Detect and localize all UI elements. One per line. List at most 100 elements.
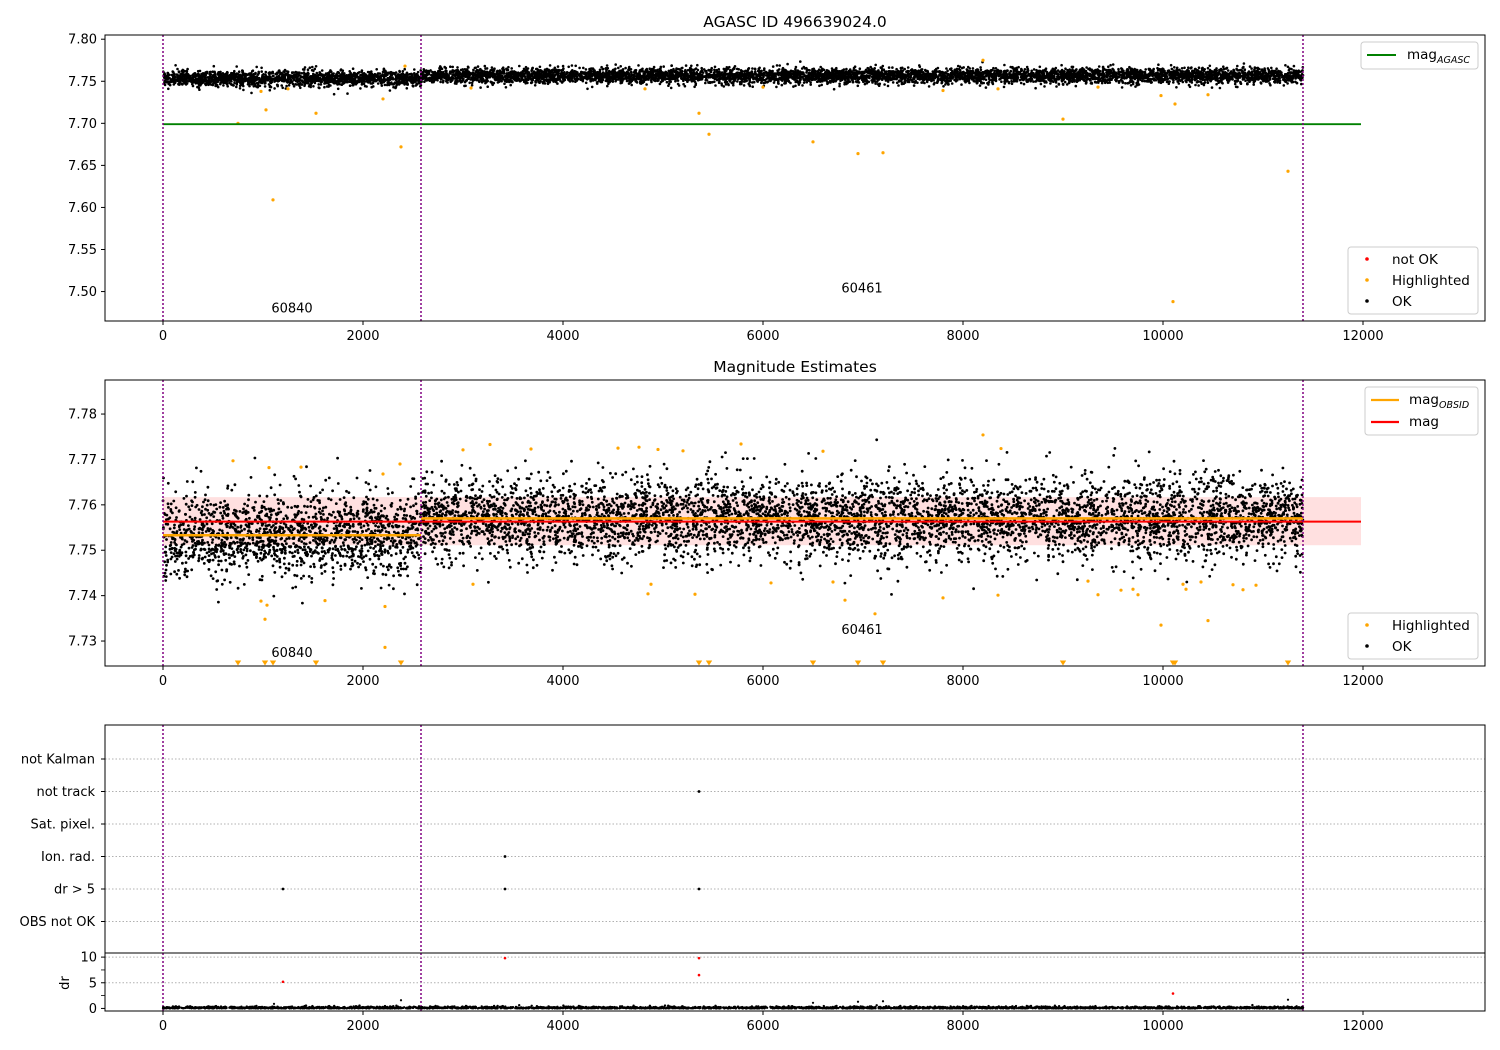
ok-point xyxy=(359,87,362,90)
ok-point xyxy=(932,82,936,86)
ok-point xyxy=(780,83,784,87)
ok-point xyxy=(315,71,319,75)
ok-point xyxy=(413,68,416,71)
ok-point xyxy=(1183,66,1186,70)
ok-point xyxy=(1120,78,1123,82)
ok-point xyxy=(238,73,242,77)
ok-point xyxy=(203,72,206,75)
ok-point xyxy=(621,68,625,71)
ok-point xyxy=(320,80,323,83)
ok-point xyxy=(404,81,407,85)
ok-point xyxy=(1139,69,1142,72)
ok-point xyxy=(183,76,186,80)
ok-point xyxy=(298,79,301,83)
ok-point xyxy=(191,79,194,83)
ok-point xyxy=(175,73,179,76)
ok-point xyxy=(891,81,895,84)
ok-point xyxy=(414,84,418,87)
ok-point xyxy=(403,67,407,71)
ok-point xyxy=(976,81,979,84)
ok-point xyxy=(242,88,245,92)
ok-point xyxy=(907,72,911,76)
ok-point xyxy=(363,74,366,78)
ok-point xyxy=(717,81,721,85)
ok-point xyxy=(684,64,688,67)
ok-point xyxy=(226,85,229,88)
ok-point xyxy=(230,72,234,75)
ok-point xyxy=(292,71,295,74)
ok-point xyxy=(395,78,398,81)
ok-point xyxy=(166,73,170,76)
ok-point xyxy=(337,71,341,75)
ok-point xyxy=(390,81,393,84)
ok-point xyxy=(1111,63,1115,66)
ok-point xyxy=(387,80,390,84)
ok-point xyxy=(191,73,194,77)
figure: AGASC ID 496639024.0 6084060461 0 2000 400… xyxy=(0,0,1500,1050)
ok-point xyxy=(793,78,796,81)
ok-point xyxy=(235,65,238,68)
ok-point xyxy=(184,83,188,86)
ok-point xyxy=(235,82,239,85)
ok-point xyxy=(363,80,366,83)
ok-point xyxy=(405,87,409,90)
ok-point xyxy=(1187,66,1190,69)
ok-point xyxy=(225,73,229,76)
ok-point xyxy=(805,71,808,74)
ok-point xyxy=(251,69,255,72)
ok-point xyxy=(384,73,388,77)
ok-point xyxy=(1242,62,1246,65)
ok-point xyxy=(368,70,371,74)
ok-point xyxy=(238,87,242,90)
ok-point xyxy=(376,82,380,85)
ok-point xyxy=(874,63,877,67)
ok-point xyxy=(960,83,963,86)
ok-point xyxy=(1282,84,1286,87)
ok-point xyxy=(1057,82,1061,86)
ok-point xyxy=(360,69,364,72)
ok-point xyxy=(318,71,322,74)
ok-point xyxy=(177,74,181,78)
ok-point xyxy=(1275,67,1278,70)
ok-point xyxy=(335,80,338,83)
ok-point xyxy=(213,70,216,74)
ok-point xyxy=(578,66,581,70)
ok-point xyxy=(630,83,633,87)
ok-point xyxy=(306,81,309,85)
ok-point xyxy=(209,76,213,80)
ok-point xyxy=(887,66,891,69)
panel-agasc-title: AGASC ID 496639024.0 xyxy=(703,13,887,31)
ok-point xyxy=(905,70,908,74)
ok-point xyxy=(886,84,890,88)
ok-point xyxy=(845,67,848,71)
ok-point xyxy=(196,85,199,89)
ok-point xyxy=(920,81,923,84)
ok-point xyxy=(944,83,947,86)
ok-point xyxy=(398,69,401,73)
ok-point xyxy=(1017,65,1020,69)
ok-point xyxy=(321,73,325,76)
ok-point xyxy=(172,83,176,86)
ok-point xyxy=(325,81,328,85)
ok-point xyxy=(402,76,406,80)
ok-point xyxy=(381,70,385,74)
ok-point xyxy=(337,82,341,85)
ok-point xyxy=(410,78,414,81)
ok-point xyxy=(187,76,191,79)
ok-point xyxy=(341,76,344,79)
ok-point xyxy=(169,80,172,84)
ok-point xyxy=(1089,79,1092,82)
ok-point xyxy=(260,70,264,73)
ok-point xyxy=(217,78,221,81)
ok-point xyxy=(300,83,304,86)
ok-point xyxy=(276,80,280,83)
ok-point xyxy=(681,66,684,70)
ok-point xyxy=(659,65,663,69)
ok-point xyxy=(401,70,405,73)
ok-point xyxy=(906,66,910,69)
ok-point xyxy=(348,80,352,83)
ok-point xyxy=(950,82,954,85)
ok-point xyxy=(253,84,257,87)
ok-point xyxy=(799,60,802,63)
ok-point xyxy=(249,73,253,76)
